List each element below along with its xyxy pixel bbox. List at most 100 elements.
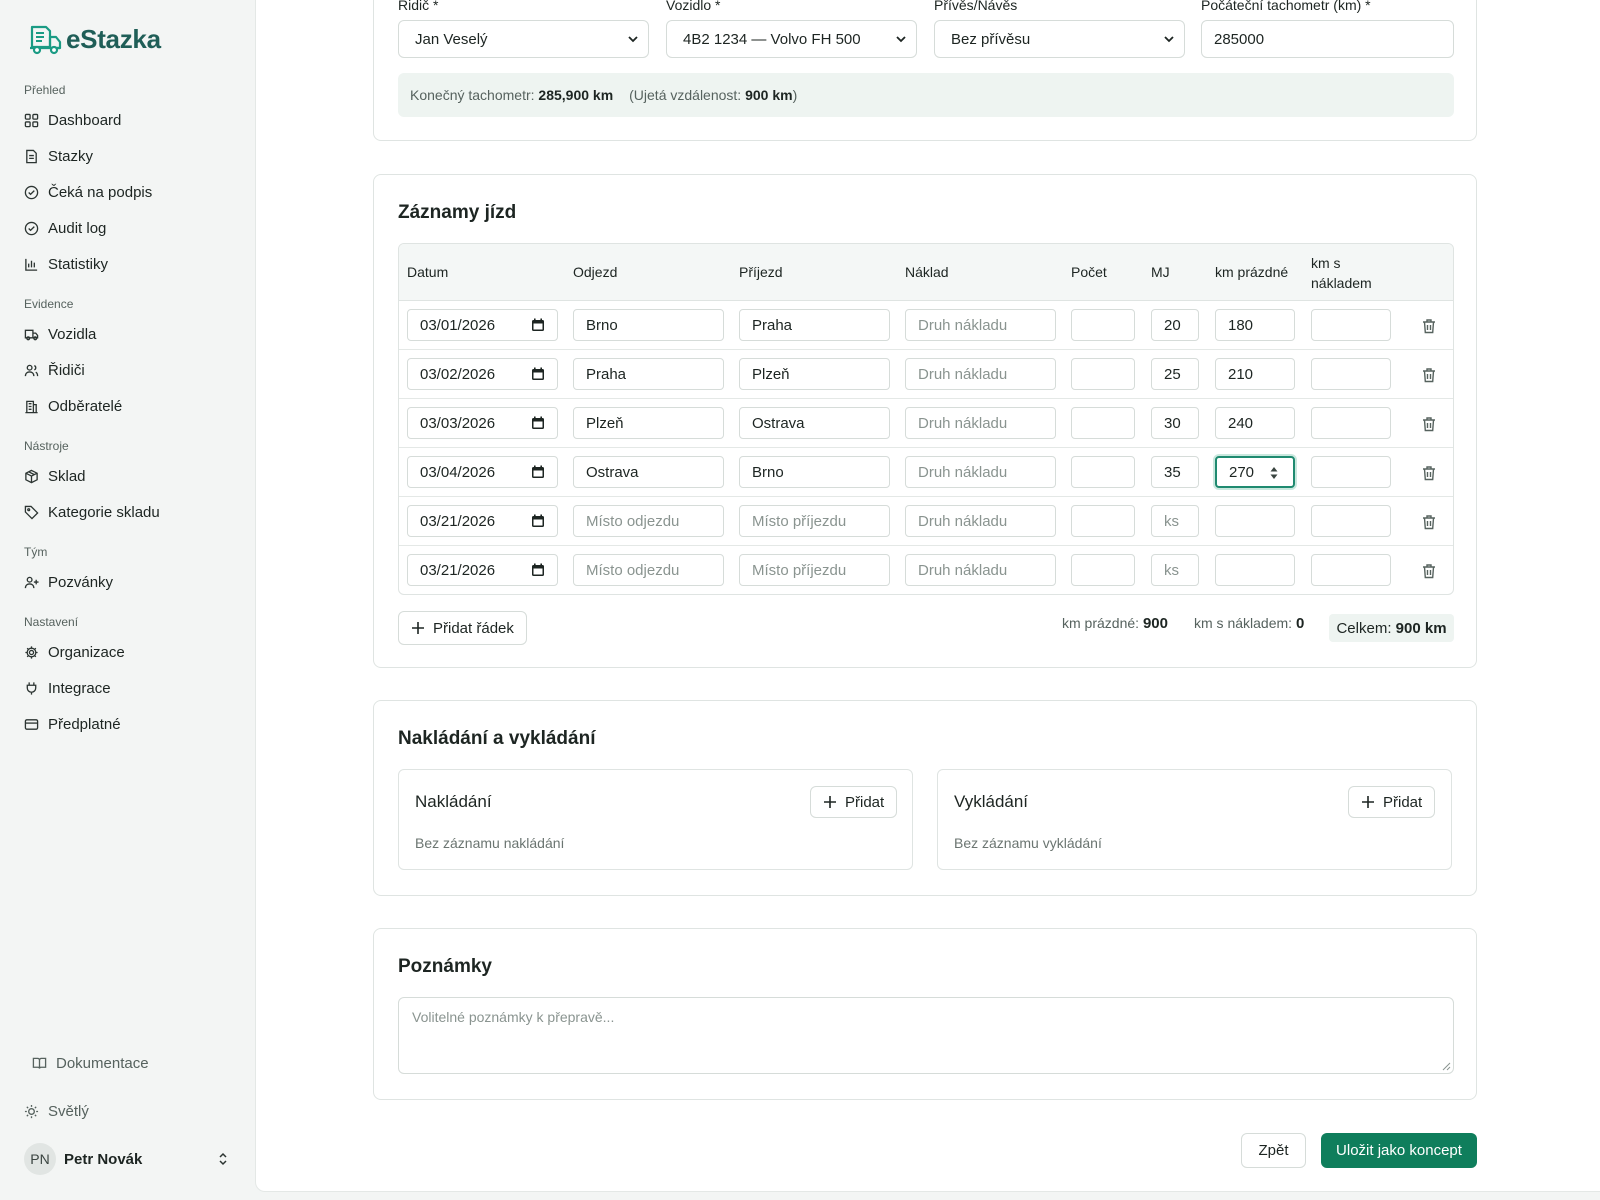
sidebar-item-predplatne[interactable]: Předplatné	[0, 706, 255, 742]
loading-title: Nakládání a vykládání	[398, 728, 596, 749]
calendar-icon[interactable]	[531, 563, 545, 577]
notes-textarea[interactable]: Volitelné poznámky k přepravě...	[398, 997, 1454, 1074]
arrival-input[interactable]: Brno	[739, 456, 890, 488]
km-empty-input[interactable]	[1215, 505, 1295, 537]
cargo-input[interactable]: Druh nákladu	[905, 456, 1056, 488]
add-row-button[interactable]: Přidat řádek	[398, 611, 527, 645]
count-input[interactable]	[1071, 358, 1135, 390]
plus-icon	[824, 796, 836, 808]
km-loaded-input[interactable]	[1311, 554, 1391, 586]
cargo-input[interactable]: Druh nákladu	[905, 505, 1056, 537]
count-input[interactable]	[1071, 505, 1135, 537]
unit-input[interactable]: 25	[1151, 358, 1199, 390]
km-loaded-input[interactable]	[1311, 505, 1391, 537]
sidebar-item-stazky[interactable]: Stazky	[0, 138, 255, 174]
departure-input[interactable]: Místo odjezdu	[573, 505, 724, 537]
cargo-input[interactable]: Druh nákladu	[905, 407, 1056, 439]
trash-icon[interactable]	[1421, 465, 1437, 481]
unit-input[interactable]: ks	[1151, 505, 1199, 537]
theme-toggle[interactable]: Světlý	[24, 1103, 89, 1120]
sidebar-item-label: Předplatné	[48, 715, 121, 733]
trash-icon[interactable]	[1421, 416, 1437, 432]
km-empty-input[interactable]	[1215, 554, 1295, 586]
departure-input[interactable]: Brno	[573, 309, 724, 341]
km-loaded-input[interactable]	[1311, 407, 1391, 439]
sidebar-item-sklad[interactable]: Sklad	[0, 458, 255, 494]
unit-input[interactable]: 20	[1151, 309, 1199, 341]
departure-input[interactable]: Plzeň	[573, 407, 724, 439]
sidebar-item-ceka-na-podpis[interactable]: Čeká na podpis	[0, 174, 255, 210]
col-unit: MJ	[1151, 264, 1170, 280]
tag-icon	[24, 505, 39, 520]
sidebar-item-vozidla[interactable]: Vozidla	[0, 316, 255, 352]
stepper-icon[interactable]	[1269, 465, 1279, 481]
calendar-icon[interactable]	[531, 318, 545, 332]
arrival-input[interactable]: Místo příjezdu	[739, 505, 890, 537]
sidebar-item-integrace[interactable]: Integrace	[0, 670, 255, 706]
resize-handle-icon[interactable]	[1442, 1062, 1451, 1071]
unit-input[interactable]: ks	[1151, 554, 1199, 586]
sidebar-item-odberatele[interactable]: Odběratelé	[0, 388, 255, 424]
count-input[interactable]	[1071, 456, 1135, 488]
date-input[interactable]: 03/21/2026	[407, 554, 558, 586]
add-loading-button[interactable]: Přidat	[810, 786, 898, 818]
unit-input[interactable]: 35	[1151, 456, 1199, 488]
calendar-icon[interactable]	[531, 367, 545, 381]
km-empty-input[interactable]: 240	[1215, 407, 1295, 439]
sidebar-item-organizace[interactable]: Organizace	[0, 634, 255, 670]
date-input[interactable]: 03/03/2026	[407, 407, 558, 439]
cargo-input[interactable]: Druh nákladu	[905, 554, 1056, 586]
add-unloading-button[interactable]: Přidat	[1348, 786, 1436, 818]
cargo-input[interactable]: Druh nákladu	[905, 309, 1056, 341]
date-input[interactable]: 03/21/2026	[407, 505, 558, 537]
departure-input[interactable]: Místo odjezdu	[573, 554, 724, 586]
km-loaded-input[interactable]	[1311, 358, 1391, 390]
docs-link[interactable]: Dokumentace	[32, 1055, 149, 1072]
sidebar-item-audit-log[interactable]: Audit log	[0, 210, 255, 246]
count-input[interactable]	[1071, 554, 1135, 586]
distance-close: )	[792, 87, 798, 103]
km-empty-input[interactable]: 210	[1215, 358, 1295, 390]
back-button[interactable]: Zpět	[1241, 1133, 1306, 1168]
unit-input[interactable]: 30	[1151, 407, 1199, 439]
km-empty-input[interactable]: 180	[1215, 309, 1295, 341]
vehicle-select[interactable]: 4B2 1234 — Volvo FH 500	[666, 20, 917, 58]
departure-input[interactable]: Praha	[573, 358, 724, 390]
odometer-input[interactable]: 285000	[1201, 20, 1454, 58]
calendar-icon[interactable]	[531, 465, 545, 479]
app-logo[interactable]: eStazka	[28, 24, 161, 55]
package-icon	[24, 469, 39, 484]
km-loaded-input[interactable]	[1311, 309, 1391, 341]
arrival-input[interactable]: Praha	[739, 309, 890, 341]
trailer-select[interactable]: Bez přívěsu	[934, 20, 1185, 58]
driver-select[interactable]: Jan Veselý	[398, 20, 649, 58]
count-input[interactable]	[1071, 309, 1135, 341]
save-draft-button[interactable]: Uložit jako koncept	[1321, 1133, 1477, 1168]
arrival-input[interactable]: Ostrava	[739, 407, 890, 439]
count-input[interactable]	[1071, 407, 1135, 439]
trash-icon[interactable]	[1421, 367, 1437, 383]
odometer-label: Počáteční tachometr (km) *	[1201, 0, 1371, 13]
sidebar-item-dashboard[interactable]: Dashboard	[0, 102, 255, 138]
sidebar-item-statistiky[interactable]: Statistiky	[0, 246, 255, 282]
date-input[interactable]: 03/01/2026	[407, 309, 558, 341]
arrival-input[interactable]: Plzeň	[739, 358, 890, 390]
calendar-icon[interactable]	[531, 416, 545, 430]
cargo-input[interactable]: Druh nákladu	[905, 358, 1056, 390]
user-menu[interactable]: PN Petr Novák	[24, 1142, 230, 1176]
km-loaded-input[interactable]	[1311, 456, 1391, 488]
unit-input-value: 20	[1164, 316, 1181, 334]
sidebar-item-pozvanky[interactable]: Pozvánky	[0, 564, 255, 600]
trash-icon[interactable]	[1421, 318, 1437, 334]
sidebar-item-ridici[interactable]: Řidiči	[0, 352, 255, 388]
date-input[interactable]: 03/02/2026	[407, 358, 558, 390]
trash-icon[interactable]	[1421, 514, 1437, 530]
sidebar-item-kategorie-skladu[interactable]: Kategorie skladu	[0, 494, 255, 530]
calendar-icon[interactable]	[531, 514, 545, 528]
departure-input[interactable]: Ostrava	[573, 456, 724, 488]
trash-icon[interactable]	[1421, 563, 1437, 579]
arrival-input[interactable]: Místo příjezdu	[739, 554, 890, 586]
km-empty-input[interactable]: 270	[1215, 456, 1295, 488]
date-input[interactable]: 03/04/2026	[407, 456, 558, 488]
col-km-loaded: km s nákladem	[1311, 255, 1372, 291]
